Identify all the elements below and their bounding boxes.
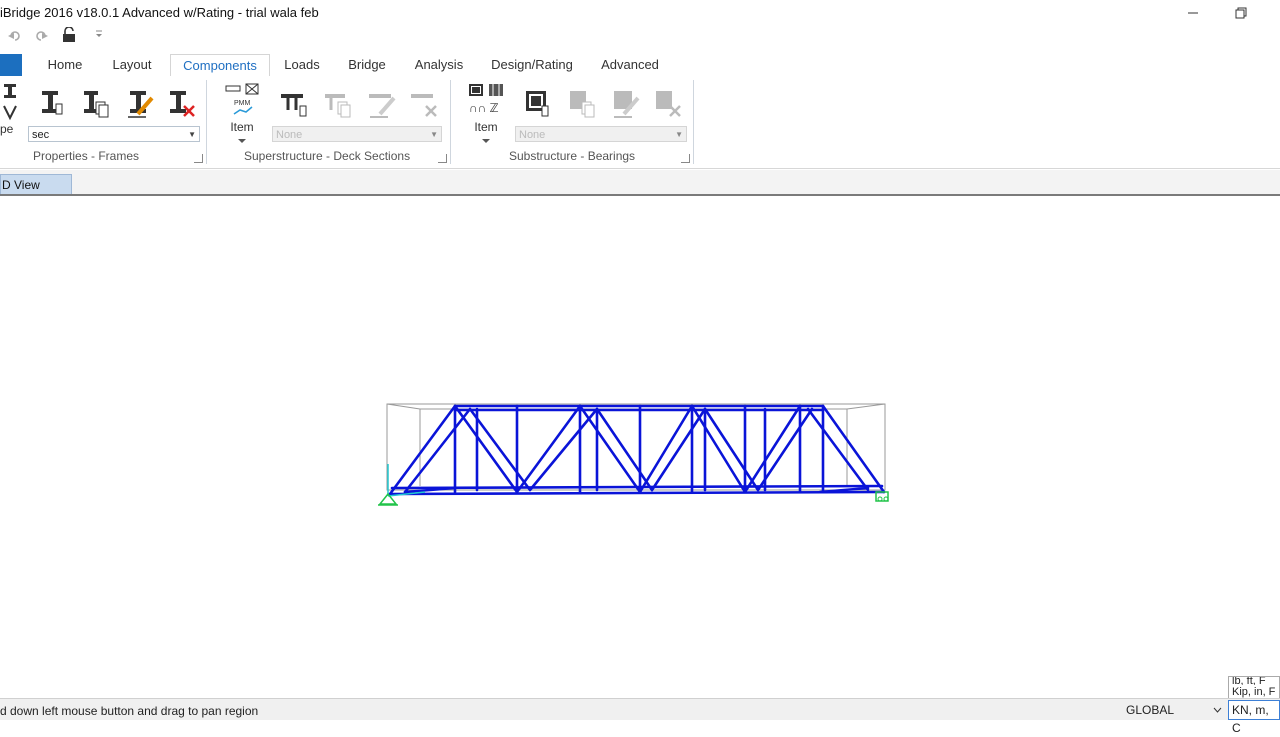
item-dropdown-icon[interactable] [481,138,491,144]
modify-deck-section-icon[interactable] [366,88,398,124]
window-title: iBridge 2016 v18.0.1 Advanced w/Rating -… [0,5,319,20]
group-label-superstructure: Superstructure - Deck Sections [244,149,411,163]
tab-home[interactable]: Home [40,54,90,76]
svg-text:∩∩ ℤ: ∩∩ ℤ [469,101,499,115]
dialog-launcher-icon[interactable] [194,154,203,163]
tab-components[interactable]: Components [170,54,270,78]
undo-icon[interactable] [8,29,22,43]
item-label: Item [230,120,254,134]
deck-section-combo[interactable]: None ▼ [272,126,442,142]
group-label-properties-frames: Properties - Frames [33,149,140,163]
restore-icon [1235,7,1247,19]
deck-section-item-icon[interactable]: PMM [224,82,264,118]
group-separator [693,80,694,164]
coordinate-system-value: GLOBAL [1126,703,1175,717]
delete-frame-section-icon[interactable] [166,88,198,124]
deck-section-combo-value: None [276,129,303,141]
support-right [875,491,889,502]
dialog-launcher-icon[interactable] [681,154,690,163]
copy-frame-section-icon[interactable] [80,88,112,124]
modify-frame-section-icon[interactable] [124,88,156,124]
frame-section-type-icon[interactable] [2,82,18,122]
item-dropdown-icon[interactable] [237,138,247,144]
status-bar: d down left mouse button and drag to pan… [0,698,1280,735]
tab-bridge[interactable]: Bridge [340,54,394,76]
units-option[interactable]: lb, ft, F [1232,677,1279,685]
tab-analysis[interactable]: Analysis [408,54,470,76]
copy-deck-section-icon[interactable] [322,88,354,124]
tab-loads[interactable]: Loads [276,54,328,76]
tab-layout[interactable]: Layout [104,54,160,76]
bridge-truss-model [378,403,889,506]
item-label: Item [474,120,498,134]
chevron-down-icon [1213,707,1222,713]
chevron-down-icon: ▼ [188,130,196,139]
svg-text:PMM: PMM [234,100,251,107]
tab-file[interactable] [0,54,22,76]
chevron-down-icon: ▼ [675,130,683,139]
units-select[interactable]: KN, m, C [1228,700,1280,735]
tab-design-rating[interactable]: Design/Rating [484,54,580,76]
restore-button[interactable] [1218,0,1264,26]
customize-arrow-icon[interactable] [95,30,103,38]
status-message: d down left mouse button and drag to pan… [0,704,259,718]
redo-icon[interactable] [34,29,48,43]
chevron-down-icon: ▼ [430,130,438,139]
units-option[interactable]: Kip, in, F [1232,687,1279,698]
frame-section-combo-value: sec [32,129,50,141]
minimize-icon [1188,12,1198,14]
units-dropdown-list: lb, ft, F Kip, in, F [1228,676,1280,700]
support-left [378,464,426,506]
add-bearing-icon[interactable] [522,88,554,124]
group-label-substructure: Substructure - Bearings [509,149,636,163]
quick-access-toolbar [0,26,200,46]
group-separator [450,80,451,164]
add-frame-section-icon[interactable] [36,88,68,124]
copy-bearing-icon[interactable] [566,88,598,124]
bearing-combo[interactable]: None ▼ [515,126,687,142]
ribbon-tabs: Home Layout Components Loads Bridge Anal… [0,52,1280,78]
ribbon-panel: pe sec ▼ Properties - Frames PMM Item No… [0,76,1280,169]
view-tab-strip: D View [0,170,1280,196]
units-selected-value: KN, m, C [1232,703,1269,735]
modify-bearing-icon[interactable] [610,88,642,124]
tab-advanced[interactable]: Advanced [594,54,666,76]
frame-type-label: pe [0,122,14,136]
delete-deck-section-icon[interactable] [408,88,440,124]
title-bar: iBridge 2016 v18.0.1 Advanced w/Rating -… [0,0,1280,26]
bearing-item-icon[interactable]: ∩∩ ℤ [467,82,507,118]
model-view-canvas[interactable] [0,196,1280,698]
tab-3d-view[interactable]: D View [0,174,72,194]
minimize-button[interactable] [1170,0,1216,26]
lock-icon[interactable] [62,27,76,43]
add-deck-section-icon[interactable] [278,88,310,124]
dialog-launcher-icon[interactable] [438,154,447,163]
coordinate-system-select[interactable]: GLOBAL [1122,701,1226,719]
delete-bearing-icon[interactable] [652,88,684,124]
truss-members [388,404,886,496]
frame-section-combo[interactable]: sec ▼ [28,126,200,142]
group-separator [206,80,207,164]
bearing-combo-value: None [519,129,546,141]
